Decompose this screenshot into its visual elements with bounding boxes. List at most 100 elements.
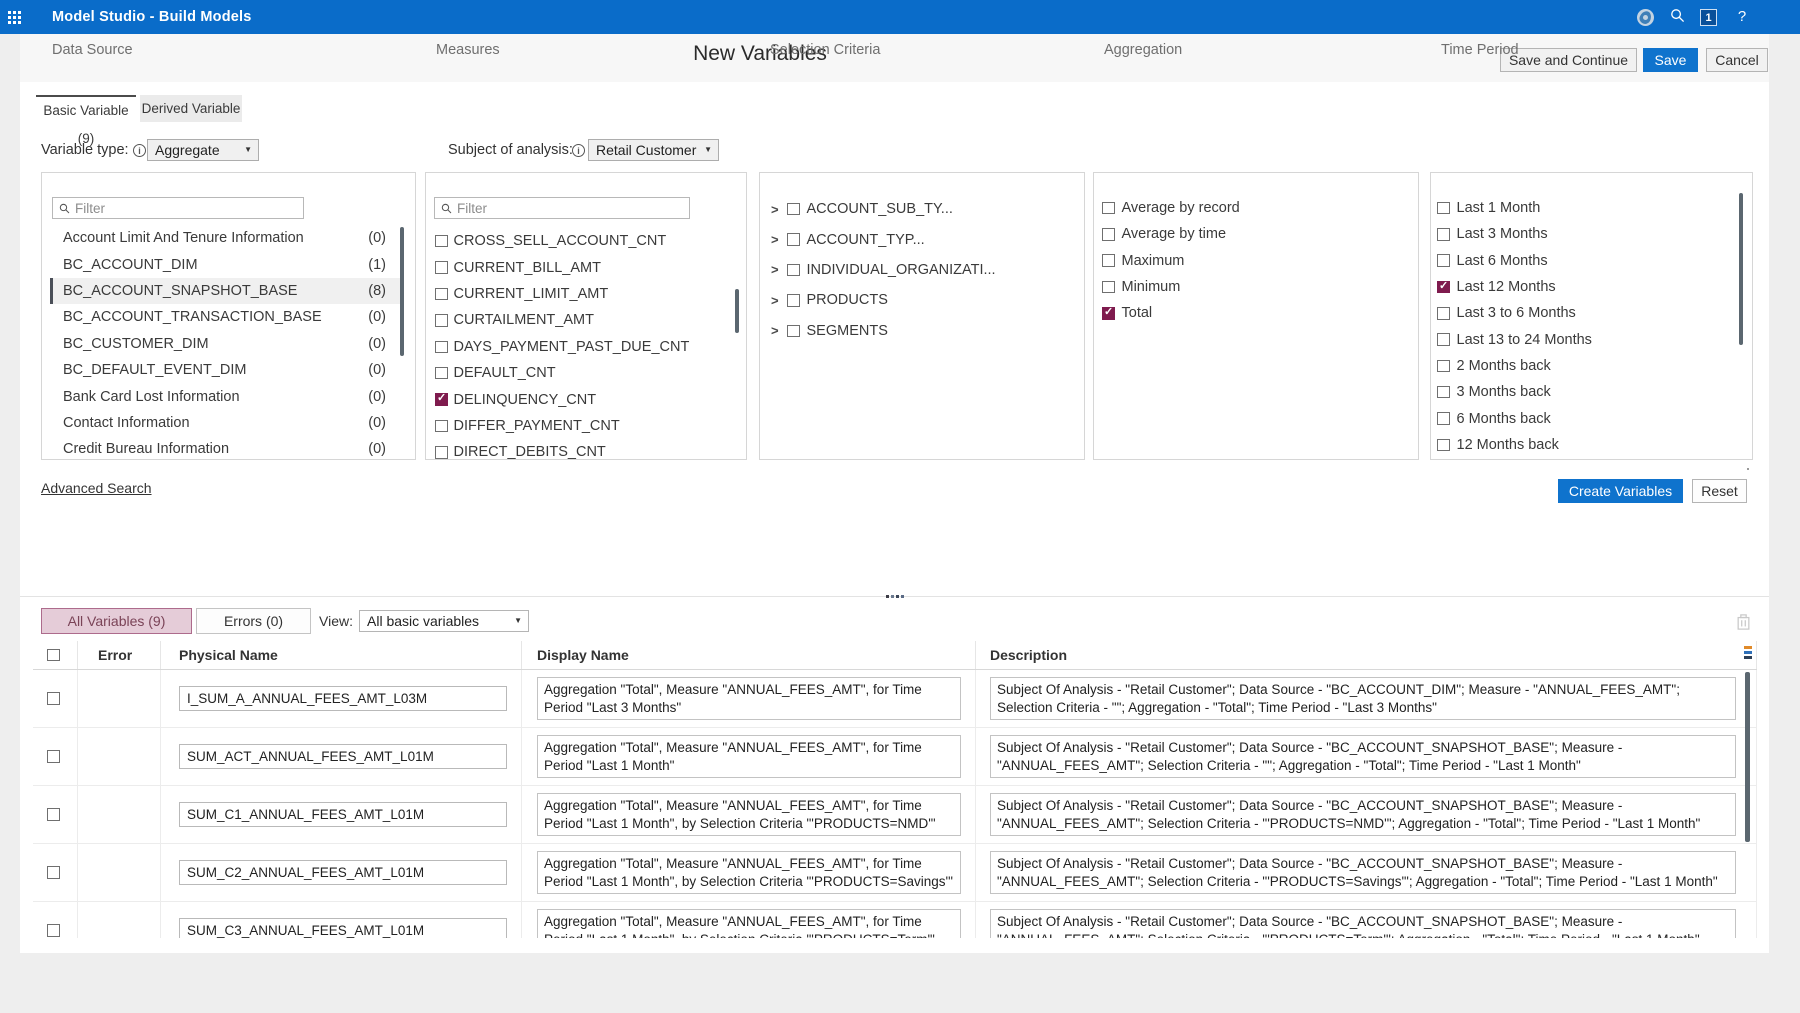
row-select-checkbox[interactable] <box>47 750 60 763</box>
aggregation-list[interactable]: Average by record Average by time Maximu… <box>1100 195 1410 456</box>
list-item[interactable]: Average by time <box>1100 221 1410 247</box>
time-period-scrollbar[interactable] <box>1739 193 1743 345</box>
time-period-checkbox[interactable] <box>1437 202 1450 215</box>
display-name-input[interactable]: Aggregation "Total", Measure "ANNUAL_FEE… <box>537 677 961 720</box>
description-input[interactable]: Subject Of Analysis - "Retail Customer";… <box>990 851 1736 894</box>
selection-criteria-checkbox[interactable] <box>787 294 800 307</box>
aggregation-checkbox[interactable] <box>1102 254 1115 267</box>
list-item[interactable]: CURRENT_BILL_AMT <box>435 254 735 280</box>
app-switcher-icon[interactable] <box>8 11 22 24</box>
help-icon[interactable]: ? <box>1732 0 1752 34</box>
column-header-error[interactable]: Error <box>78 641 161 669</box>
chevron-right-icon[interactable]: > <box>771 293 787 308</box>
description-input[interactable]: Subject Of Analysis - "Retail Customer";… <box>990 793 1736 836</box>
list-item[interactable]: BC_DEFAULT_EVENT_DIM (0) <box>50 357 403 383</box>
measure-checkbox[interactable] <box>435 367 448 380</box>
list-item[interactable]: BC_ACCOUNT_SNAPSHOT_BASE (8) <box>50 278 403 304</box>
measure-checkbox[interactable] <box>435 446 448 459</box>
data-source-scrollbar[interactable] <box>400 227 404 356</box>
time-period-checkbox[interactable] <box>1437 254 1450 267</box>
physical-name-input[interactable]: SUM_ACT_ANNUAL_FEES_AMT_L01M <box>179 744 507 769</box>
selection-criteria-checkbox[interactable] <box>787 233 800 246</box>
time-period-checkbox[interactable] <box>1437 333 1450 346</box>
chevron-right-icon[interactable]: > <box>771 262 787 277</box>
selection-criteria-checkbox[interactable] <box>787 325 800 338</box>
list-item[interactable]: DIRECT_DEBITS_CNT <box>435 439 735 459</box>
data-source-filter-input[interactable]: Filter <box>52 197 304 219</box>
physical-name-input[interactable]: SUM_C3_ANNUAL_FEES_AMT_L01M <box>179 918 507 938</box>
list-item[interactable]: Minimum <box>1100 274 1410 300</box>
list-item[interactable]: Maximum <box>1100 248 1410 274</box>
physical-name-input[interactable]: I_SUM_A_ANNUAL_FEES_AMT_L03M <box>179 686 507 711</box>
description-input[interactable]: Subject Of Analysis - "Retail Customer";… <box>990 677 1736 720</box>
measure-checkbox[interactable] <box>435 235 448 248</box>
measure-checkbox[interactable] <box>435 288 448 301</box>
measure-checkbox[interactable] <box>435 261 448 274</box>
time-period-checkbox[interactable] <box>1437 307 1450 320</box>
physical-name-input[interactable]: SUM_C2_ANNUAL_FEES_AMT_L01M <box>179 860 507 885</box>
measure-checkbox[interactable] <box>435 420 448 433</box>
reset-button[interactable]: Reset <box>1692 479 1747 503</box>
list-item[interactable]: Last 1 Month <box>1435 195 1740 221</box>
tree-item[interactable]: > INDIVIDUAL_ORGANIZATI... <box>768 255 1078 285</box>
tab-derived-variable[interactable]: Derived Variable <box>140 95 242 122</box>
list-item[interactable]: DEFAULT_CNT <box>435 360 735 386</box>
tab-errors[interactable]: Errors (0) <box>196 608 311 634</box>
create-variables-button[interactable]: Create Variables <box>1558 479 1683 503</box>
info-icon[interactable]: i <box>572 144 585 157</box>
display-name-input[interactable]: Aggregation "Total", Measure "ANNUAL_FEE… <box>537 851 961 894</box>
list-item[interactable]: 6 Months back <box>1435 405 1740 431</box>
list-item[interactable]: Credit Bureau Information (0) <box>50 436 403 459</box>
physical-name-input[interactable]: SUM_C1_ANNUAL_FEES_AMT_L01M <box>179 802 507 827</box>
tab-all-variables[interactable]: All Variables (9) <box>41 608 192 634</box>
list-item[interactable]: Last 13 to 24 Months <box>1435 326 1740 352</box>
time-period-checkbox[interactable] <box>1437 360 1450 373</box>
sas-logo-icon[interactable] <box>1637 9 1654 26</box>
row-select-checkbox[interactable] <box>47 924 60 937</box>
measure-checkbox[interactable] <box>435 314 448 327</box>
save-button[interactable]: Save <box>1643 48 1698 72</box>
list-item[interactable]: Total <box>1100 300 1410 326</box>
display-name-input[interactable]: Aggregation "Total", Measure "ANNUAL_FEE… <box>537 909 961 938</box>
list-item[interactable]: BC_ACCOUNT_TRANSACTION_BASE (0) <box>50 304 403 330</box>
advanced-search-link[interactable]: Advanced Search <box>41 480 152 496</box>
description-input[interactable]: Subject Of Analysis - "Retail Customer";… <box>990 735 1736 778</box>
time-period-checkbox[interactable] <box>1437 439 1450 452</box>
measures-scrollbar[interactable] <box>735 289 739 333</box>
view-dropdown[interactable]: All basic variables ▼ <box>359 610 529 632</box>
row-select-checkbox[interactable] <box>47 692 60 705</box>
list-item[interactable]: BC_CUSTOMER_DIM (0) <box>50 331 403 357</box>
display-name-input[interactable]: Aggregation "Total", Measure "ANNUAL_FEE… <box>537 735 961 778</box>
tree-item[interactable]: > ACCOUNT_TYP... <box>768 224 1078 254</box>
chevron-right-icon[interactable]: > <box>771 323 787 338</box>
list-item[interactable]: CURRENT_LIMIT_AMT <box>435 281 735 307</box>
list-item[interactable]: Account Limit And Tenure Information (0) <box>50 225 403 251</box>
time-period-list[interactable]: Last 1 Month Last 3 Months Last 6 Months… <box>1435 195 1740 456</box>
time-period-checkbox[interactable] <box>1437 412 1450 425</box>
list-item[interactable]: Last 6 Months <box>1435 248 1740 274</box>
delete-icon[interactable] <box>1736 614 1751 630</box>
list-item[interactable]: 2 Months back <box>1435 353 1740 379</box>
list-item[interactable]: Last 12 Months <box>1435 274 1740 300</box>
list-item[interactable]: DAYS_PAYMENT_PAST_DUE_CNT <box>435 334 735 360</box>
measure-checkbox[interactable] <box>435 341 448 354</box>
measures-list[interactable]: CROSS_SELL_ACCOUNT_CNT CURRENT_BILL_AMT … <box>435 228 735 459</box>
display-name-input[interactable]: Aggregation "Total", Measure "ANNUAL_FEE… <box>537 793 961 836</box>
data-source-list[interactable]: Account Limit And Tenure Information (0)… <box>50 225 403 459</box>
column-header-description[interactable]: Description <box>976 641 1757 669</box>
save-and-continue-button[interactable]: Save and Continue <box>1500 48 1637 72</box>
list-item[interactable]: 12 Months back <box>1435 432 1740 456</box>
notification-badge[interactable]: 1 <box>1700 9 1717 26</box>
measures-filter-input[interactable]: Filter <box>434 197 690 219</box>
aggregation-checkbox[interactable] <box>1102 307 1115 320</box>
list-item[interactable]: Last 3 Months <box>1435 221 1740 247</box>
selection-criteria-checkbox[interactable] <box>787 203 800 216</box>
column-header-display-name[interactable]: Display Name <box>522 641 976 669</box>
select-all-checkbox[interactable] <box>47 649 60 662</box>
list-item[interactable]: Last 3 to 6 Months <box>1435 300 1740 326</box>
time-period-checkbox[interactable] <box>1437 281 1450 294</box>
list-item[interactable]: CURTAILMENT_AMT <box>435 307 735 333</box>
tab-basic-variable[interactable]: Basic Variable (9) <box>36 95 136 122</box>
chevron-right-icon[interactable]: > <box>771 202 787 217</box>
aggregation-checkbox[interactable] <box>1102 281 1115 294</box>
